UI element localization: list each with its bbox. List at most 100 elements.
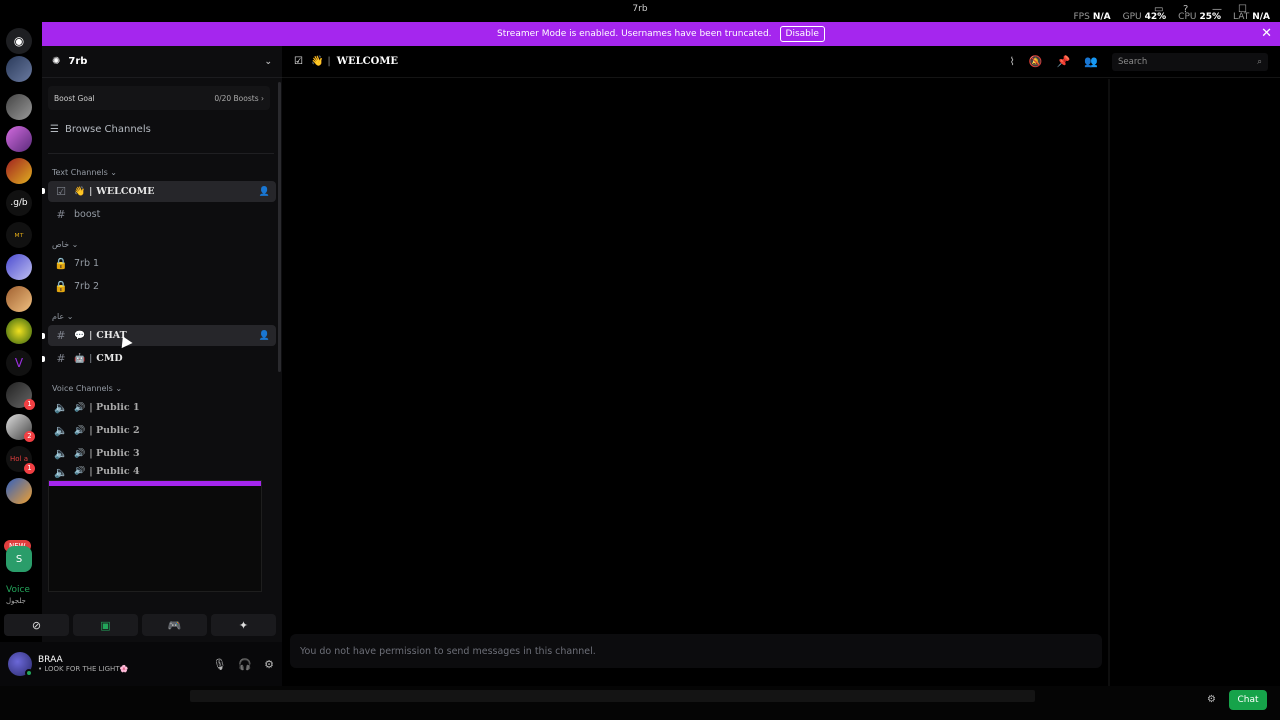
channel-7rb-1[interactable]: 🔒 7rb 1 (48, 253, 276, 274)
rules-icon: ☑ (294, 56, 303, 67)
fps-readout: FPS N/A (1073, 12, 1111, 22)
boost-goal-label: Boost Goal (54, 93, 95, 103)
speaker-icon: 🔈 (54, 447, 68, 460)
hash-icon: # (56, 352, 66, 365)
server-icon[interactable]: ᴍᴛ (6, 222, 32, 248)
horizontal-scrollbar[interactable] (190, 690, 1035, 702)
member-list-icon[interactable]: 👥 (1084, 55, 1098, 68)
hash-icon: # (56, 208, 66, 221)
voice-actions: ⊘ ▣ 🎮 ✦ (4, 614, 276, 636)
disable-streamer-mode-button[interactable]: Disable (779, 26, 825, 42)
server-icon[interactable] (6, 254, 32, 280)
avatar[interactable] (8, 652, 33, 677)
server-icon[interactable] (6, 478, 32, 504)
screen-share-preview[interactable] (48, 480, 262, 592)
rules-icon: ☑ (56, 185, 66, 198)
camera-off-button[interactable]: ⊘ (4, 614, 69, 636)
server-icon[interactable] (6, 318, 32, 344)
voice-channel-public-2[interactable]: 🔈 🔊 | Public 2 (48, 420, 276, 441)
sidebar-scrollbar[interactable] (278, 82, 281, 372)
speaker-icon: 🔈 (54, 401, 68, 414)
list-icon: ☰ (50, 124, 59, 135)
channel-boost[interactable]: # boost (48, 204, 276, 225)
discord-home-icon[interactable]: ◉ (6, 28, 32, 54)
close-banner-icon[interactable]: ✕ (1261, 26, 1272, 41)
channel-chat[interactable]: # 💬 | CHAT 👤 (48, 325, 276, 346)
category-private[interactable]: خاص ⌄ (52, 240, 78, 249)
search-input[interactable]: Search ⌕ (1112, 52, 1268, 71)
gear-icon[interactable]: ⚙ (1207, 694, 1216, 705)
threads-icon[interactable]: ⌇ (1010, 55, 1015, 68)
server-icon[interactable] (6, 126, 32, 152)
message-composer: You do not have permission to send messa… (290, 634, 1102, 668)
minimize-icon[interactable]: — (1212, 4, 1222, 15)
server-icon[interactable] (6, 94, 32, 120)
microphone-icon[interactable]: 🎙 (212, 658, 226, 671)
unread-indicator (42, 333, 45, 339)
voice-channel-public-1[interactable]: 🔈 🔊 | Public 1 (48, 397, 276, 418)
screen-share-button[interactable]: ▣ (73, 614, 138, 636)
chat-area: ☑ 👋 | WELCOME ⌇ 🔕 📌 👥 Search ⌕ You do no… (282, 46, 1280, 686)
lock-icon: 🔒 (54, 257, 68, 270)
gamepad-icon: 🎮 (167, 618, 182, 632)
speaker-icon: 🔈 (54, 424, 68, 437)
category-public[interactable]: عام ⌄ (52, 312, 73, 321)
title-bar: 7rb FPS N/A GPU 42% CPU 25% LAT N/A ▭ ? — ☐ (0, 0, 1280, 22)
channel-7rb-2[interactable]: 🔒 7rb 2 (48, 276, 276, 297)
server-icon[interactable] (6, 158, 32, 184)
browse-channels-button[interactable]: ☰ Browse Channels (50, 124, 151, 135)
browse-channels-label: Browse Channels (64, 124, 151, 135)
voice-channel-public-4[interactable]: 🔈 🔊 | Public 4 (48, 466, 276, 478)
voice-channel-public-3[interactable]: 🔈 🔊 | Public 3 (48, 443, 276, 464)
lock-icon: 🔒 (54, 280, 68, 293)
server-icon[interactable] (6, 286, 32, 312)
add-member-icon[interactable]: 👤 (259, 187, 270, 197)
camera-off-icon: ⊘ (31, 618, 42, 632)
category-voice-channels[interactable]: Voice Channels ⌄ (52, 384, 122, 393)
server-header[interactable]: ✺ 7rb ⌄ (42, 46, 282, 78)
gear-icon[interactable]: ⚙ (264, 658, 274, 671)
speaker-icon: 🔊 (74, 466, 86, 476)
soundboard-button[interactable]: ✦ (211, 614, 276, 636)
screen-share-icon: ▣ (100, 618, 111, 632)
voice-channel-sub: جلجول (6, 597, 26, 605)
user-info[interactable]: BRAA • LOOK FOR THE LIGHT🌸 (32, 655, 128, 673)
soundboard-icon: ✦ (238, 618, 249, 632)
channel-name: boost (74, 209, 101, 220)
server-icon[interactable]: Hol a1 (6, 446, 35, 474)
speaker-icon: 🔊 (74, 425, 86, 436)
voice-connected-status[interactable]: Voice (6, 585, 30, 595)
channel-name: 7rb 1 (74, 258, 100, 269)
server-icon[interactable]: 1 (6, 382, 35, 410)
server-globe-icon: ✺ (52, 56, 61, 67)
preview-banner (49, 481, 261, 486)
search-icon: ⌕ (1257, 56, 1262, 67)
streamer-mode-banner: Streamer Mode is enabled. Usernames have… (42, 22, 1280, 46)
no-permission-text: You do not have permission to send messa… (300, 645, 596, 657)
server-icon[interactable] (6, 56, 32, 82)
custom-status: • LOOK FOR THE LIGHT🌸 (38, 665, 129, 673)
server-icon[interactable]: S (6, 546, 32, 572)
activities-button[interactable]: 🎮 (142, 614, 207, 636)
maximize-icon[interactable]: ☐ (1238, 4, 1247, 15)
server-icon[interactable]: 2 (6, 414, 35, 442)
category-text-channels[interactable]: Text Channels ⌄ (52, 168, 117, 177)
speaker-icon: 🔊 (74, 402, 86, 413)
unread-indicator (42, 188, 45, 194)
notification-bell-icon[interactable]: 🔕 (1029, 55, 1043, 68)
channel-cmd[interactable]: # 🤖 | CMD (48, 348, 276, 369)
chevron-down-icon: ⌄ (264, 56, 272, 67)
channel-welcome[interactable]: ☑ 👋 | WELCOME 👤 (48, 181, 276, 202)
chat-button[interactable]: Chat (1229, 690, 1267, 710)
pin-icon[interactable]: 📌 (1057, 55, 1071, 68)
boost-goal-bar[interactable]: Boost Goal 0/20 Boosts › (48, 86, 270, 110)
channel-header: ☑ 👋 | WELCOME ⌇ 🔕 📌 👥 Search ⌕ (282, 46, 1280, 78)
add-member-icon[interactable]: 👤 (259, 331, 270, 341)
help-icon[interactable]: ? (1183, 4, 1188, 15)
headphones-icon[interactable]: 🎧 (238, 658, 252, 671)
inbox-icon[interactable]: ▭ (1154, 4, 1163, 15)
bottom-bar: ⚙ Chat (0, 686, 1280, 720)
server-icon[interactable]: .g/b (6, 190, 32, 216)
server-icon[interactable]: V (6, 350, 32, 376)
channel-name: WELCOME (96, 186, 155, 197)
